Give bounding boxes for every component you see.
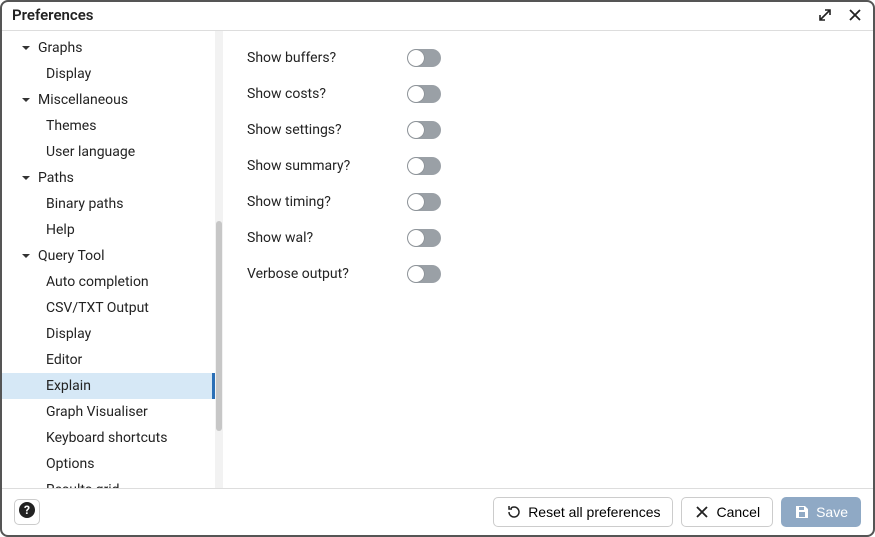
toggle-show-buffers[interactable] <box>407 49 441 67</box>
sidebar-group-miscellaneous[interactable]: Miscellaneous <box>2 87 215 113</box>
toggle-show-settings[interactable] <box>407 121 441 139</box>
dialog-footer: ? Reset all preferences Cancel Save <box>2 488 873 535</box>
sidebar-group-paths[interactable]: Paths <box>2 165 215 191</box>
titlebar: Preferences <box>2 2 873 31</box>
dialog-body: Graphs Display Miscellaneous Themes User… <box>2 31 873 488</box>
button-label: Save <box>816 504 848 520</box>
chevron-down-icon <box>20 172 32 184</box>
setting-show-costs: Show costs? <box>247 85 849 103</box>
settings-panel: Show buffers? Show costs? Show settings?… <box>223 31 873 488</box>
toggle-knob <box>408 230 424 246</box>
chevron-down-icon <box>20 42 32 54</box>
setting-show-timing: Show timing? <box>247 193 849 211</box>
toggle-knob <box>408 50 424 66</box>
toggle-show-wal[interactable] <box>407 229 441 247</box>
sidebar-item-display[interactable]: Display <box>2 321 215 347</box>
setting-show-settings: Show settings? <box>247 121 849 139</box>
sidebar-item-user-language[interactable]: User language <box>2 139 215 165</box>
setting-show-wal: Show wal? <box>247 229 849 247</box>
setting-show-summary: Show summary? <box>247 157 849 175</box>
help-button[interactable]: ? <box>14 499 40 525</box>
toggle-knob <box>408 122 424 138</box>
sidebar-item-auto-completion[interactable]: Auto completion <box>2 269 215 295</box>
help-icon: ? <box>18 501 36 523</box>
setting-label: Show timing? <box>247 194 407 210</box>
toggle-knob <box>408 266 424 282</box>
button-label: Cancel <box>716 504 760 520</box>
reset-all-preferences-button[interactable]: Reset all preferences <box>493 497 673 527</box>
sidebar-item-csv-txt-output[interactable]: CSV/TXT Output <box>2 295 215 321</box>
toggle-show-timing[interactable] <box>407 193 441 211</box>
dialog-title: Preferences <box>12 6 94 24</box>
preferences-dialog: Preferences Graphs Display <box>0 0 875 537</box>
save-icon <box>794 504 810 520</box>
sidebar-item-results-grid[interactable]: Results grid <box>2 477 215 488</box>
sidebar-item-help[interactable]: Help <box>2 217 215 243</box>
sidebar-item-graph-visualiser[interactable]: Graph Visualiser <box>2 399 215 425</box>
sidebar-group-label: Graphs <box>38 37 82 59</box>
sidebar-item-options[interactable]: Options <box>2 451 215 477</box>
setting-label: Show buffers? <box>247 50 407 66</box>
setting-label: Show summary? <box>247 158 407 174</box>
toggle-knob <box>408 194 424 210</box>
sidebar-item-themes[interactable]: Themes <box>2 113 215 139</box>
expand-icon[interactable] <box>817 7 833 23</box>
setting-label: Verbose output? <box>247 266 407 282</box>
toggle-verbose-output[interactable] <box>407 265 441 283</box>
toggle-show-costs[interactable] <box>407 85 441 103</box>
chevron-down-icon <box>20 250 32 262</box>
sidebar-group-graphs[interactable]: Graphs <box>2 35 215 61</box>
toggle-knob <box>408 86 424 102</box>
sidebar: Graphs Display Miscellaneous Themes User… <box>2 31 215 488</box>
sidebar-item-binary-paths[interactable]: Binary paths <box>2 191 215 217</box>
save-button[interactable]: Save <box>781 497 861 527</box>
sidebar-group-query-tool[interactable]: Query Tool <box>2 243 215 269</box>
sidebar-item-editor[interactable]: Editor <box>2 347 215 373</box>
sidebar-group-label: Miscellaneous <box>38 89 128 111</box>
setting-label: Show costs? <box>247 86 407 102</box>
sidebar-scrollbar-track[interactable] <box>215 31 223 488</box>
setting-label: Show wal? <box>247 230 407 246</box>
sidebar-scrollbar-thumb[interactable] <box>216 221 222 431</box>
toggle-knob <box>408 158 424 174</box>
setting-label: Show settings? <box>247 122 407 138</box>
button-label: Reset all preferences <box>528 504 660 520</box>
sidebar-item-keyboard-shortcuts[interactable]: Keyboard shortcuts <box>2 425 215 451</box>
setting-show-buffers: Show buffers? <box>247 49 849 67</box>
chevron-down-icon <box>20 94 32 106</box>
sidebar-item-graphs-display[interactable]: Display <box>2 61 215 87</box>
sidebar-item-explain[interactable]: Explain <box>2 373 215 399</box>
toggle-show-summary[interactable] <box>407 157 441 175</box>
reset-icon <box>506 504 522 520</box>
cancel-button[interactable]: Cancel <box>681 497 773 527</box>
setting-verbose-output: Verbose output? <box>247 265 849 283</box>
svg-text:?: ? <box>24 503 30 517</box>
sidebar-group-label: Query Tool <box>38 245 105 267</box>
close-icon[interactable] <box>847 7 863 23</box>
close-icon <box>694 504 710 520</box>
sidebar-group-label: Paths <box>38 167 74 189</box>
